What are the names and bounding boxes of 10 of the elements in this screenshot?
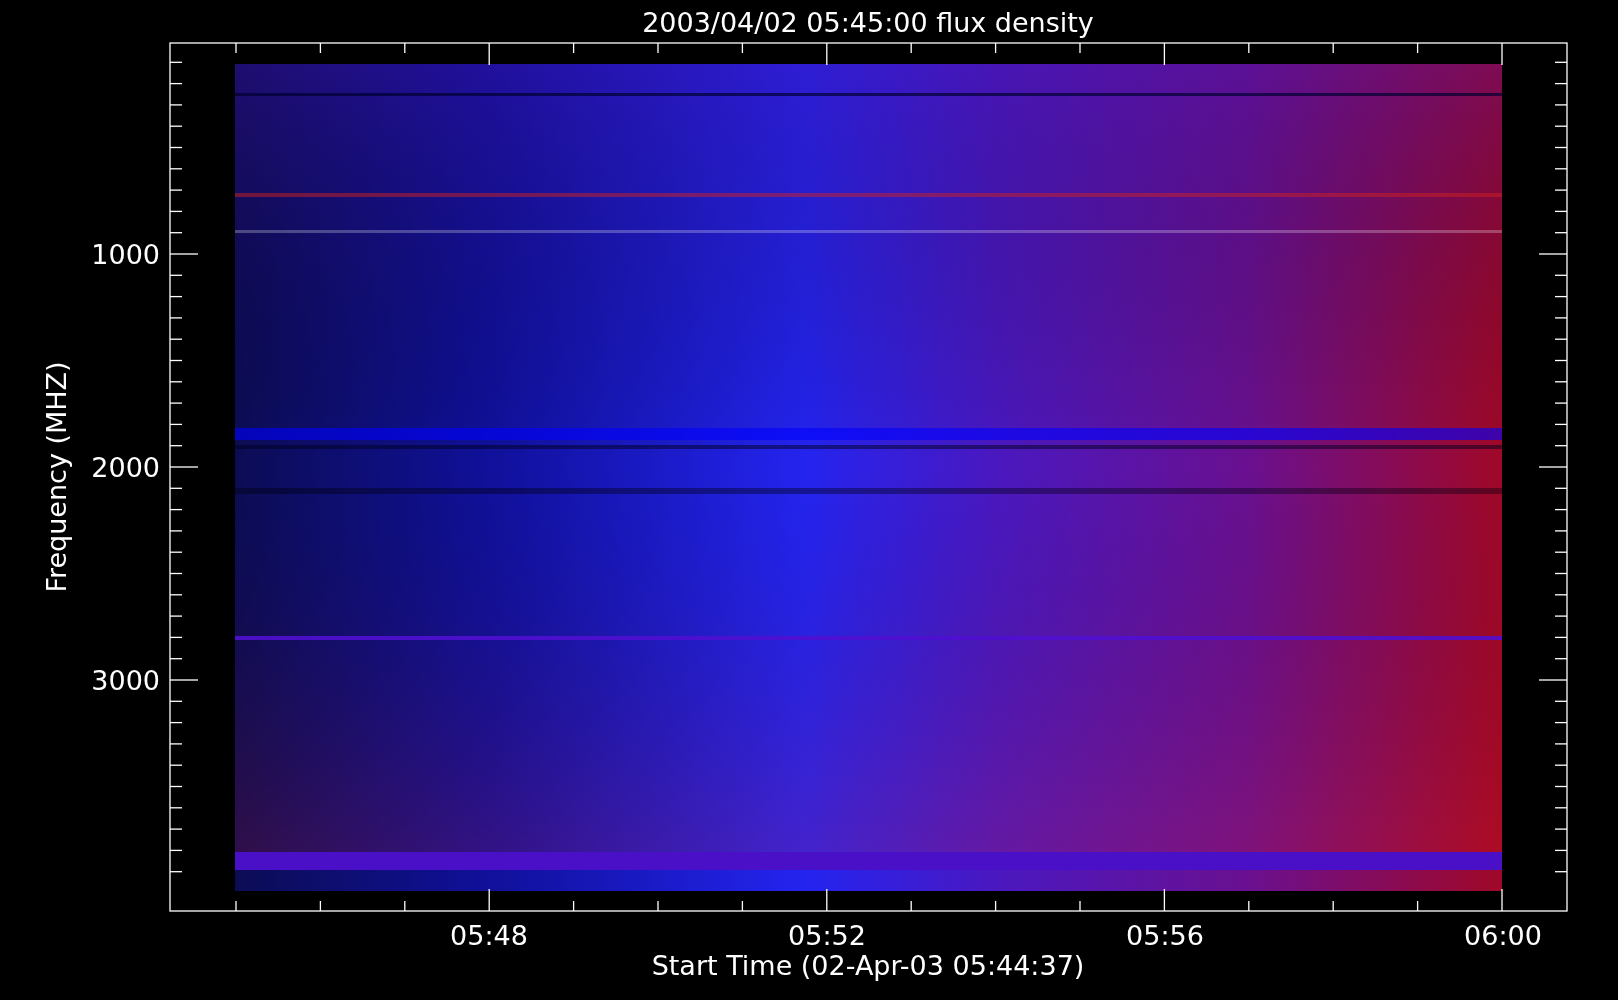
plot-title: 2003/04/02 05:45:00 flux density <box>642 7 1094 38</box>
x-tick-label: 05:52 <box>788 920 866 951</box>
x-tick-label: 05:56 <box>1126 920 1204 951</box>
y-tick-label: 1000 <box>91 239 160 270</box>
x-tick-label: 05:48 <box>450 920 528 951</box>
y-axis-label: Frequency (MHZ) <box>41 361 72 593</box>
y-tick-label: 3000 <box>91 665 160 696</box>
x-tick-label: 06:00 <box>1464 920 1542 951</box>
y-tick-label: 2000 <box>91 452 160 483</box>
x-axis-label: Start Time (02-Apr-03 05:44:37) <box>651 950 1085 981</box>
